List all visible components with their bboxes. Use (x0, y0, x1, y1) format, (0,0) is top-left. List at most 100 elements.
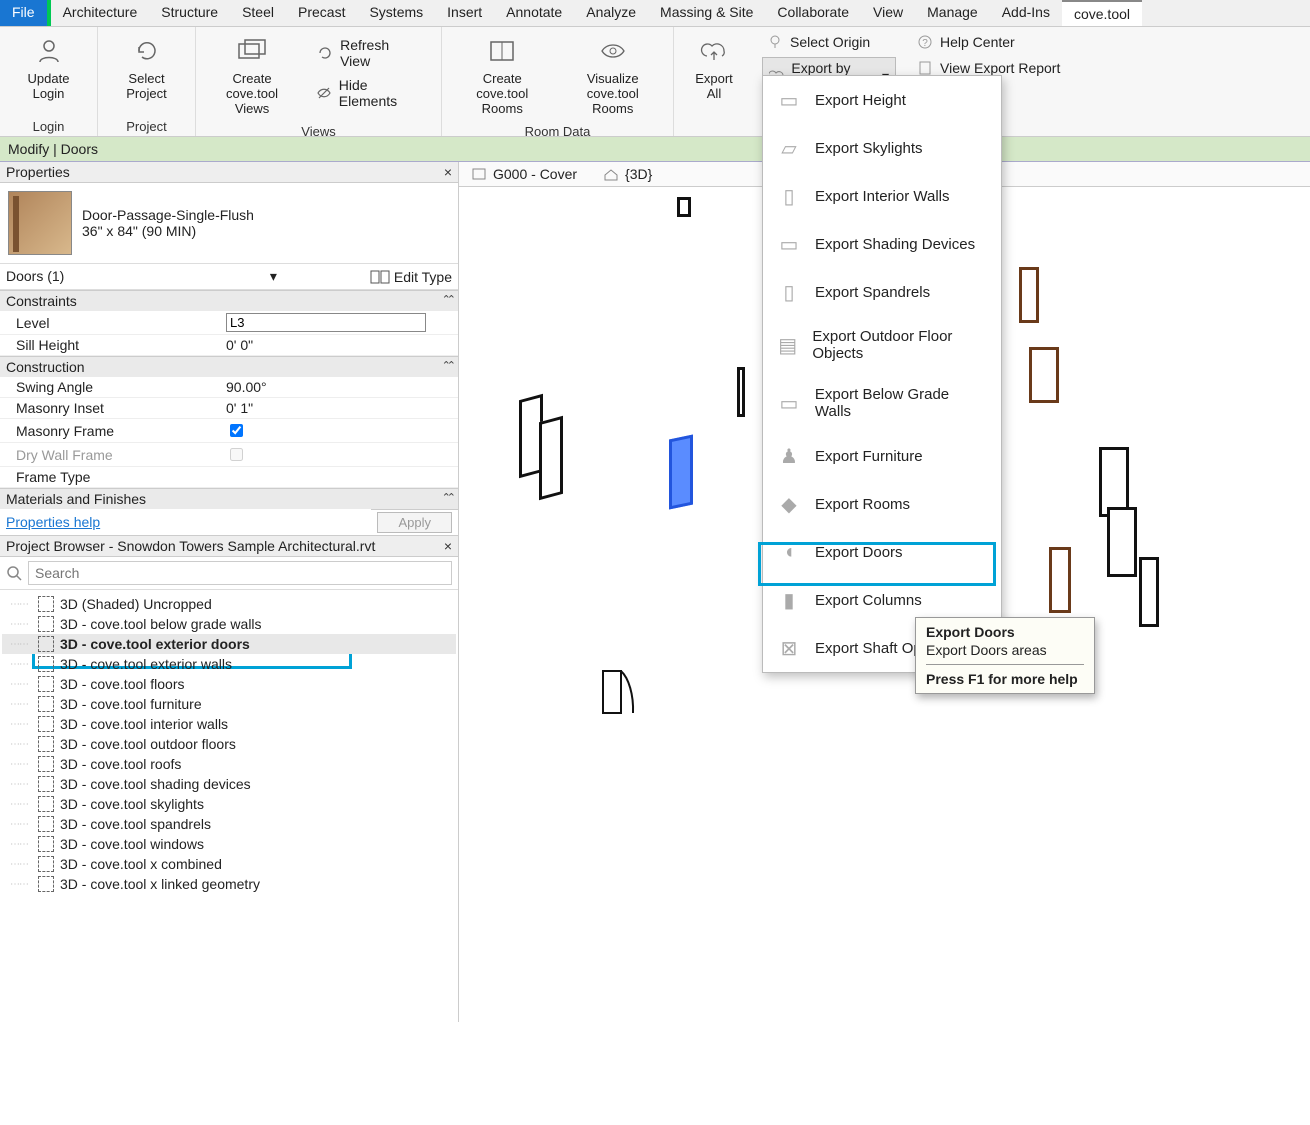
apply-button[interactable]: Apply (377, 512, 452, 533)
modify-context-bar: Modify | Doors (0, 137, 1310, 162)
export-item-label: Export Height (815, 92, 906, 109)
export-menu-item[interactable]: ▱Export Skylights (763, 124, 1001, 172)
menu-tab-analyze[interactable]: Analyze (574, 0, 648, 26)
level-input[interactable] (226, 313, 426, 332)
view-tab-cover[interactable]: G000 - Cover (467, 164, 581, 184)
menu-tab-view[interactable]: View (861, 0, 915, 26)
tree-item[interactable]: 3D - cove.tool roofs (2, 754, 456, 774)
tree-item[interactable]: 3D - cove.tool x linked geometry (2, 874, 456, 894)
export-menu-item[interactable]: ◆ Export Rooms (763, 480, 1001, 528)
help-center-button[interactable]: ? Help Center (912, 31, 1066, 53)
tree-item[interactable]: 3D - cove.tool exterior walls (2, 654, 456, 674)
tree-item[interactable]: 3D - cove.tool interior walls (2, 714, 456, 734)
export-item-icon: ▭ (775, 232, 803, 256)
menu-tab-covetool[interactable]: cove.tool (1062, 0, 1142, 26)
views-icon (236, 35, 268, 67)
close-browser-button[interactable]: × (444, 538, 452, 554)
hide-icon (316, 84, 333, 102)
type-thumbnail[interactable] (8, 191, 72, 255)
export-menu-item[interactable]: ▯Export Interior Walls (763, 172, 1001, 220)
tree-item[interactable]: 3D - cove.tool outdoor floors (2, 734, 456, 754)
export-item-icon: ♟ (775, 444, 803, 468)
export-item-icon: ▯ (775, 280, 803, 304)
menu-tab-insert[interactable]: Insert (435, 0, 494, 26)
materials-section[interactable]: Materials and Finishes ⌃⌃ (0, 488, 458, 509)
visualize-rooms-button[interactable]: Visualize cove.tool Rooms (561, 31, 666, 120)
export-menu-item[interactable]: ▯Export Spandrels (763, 268, 1001, 316)
menu-tab-addins[interactable]: Add-Ins (990, 0, 1062, 26)
tree-item-label: 3D - cove.tool x combined (60, 856, 222, 872)
drywall-frame-label: Dry Wall Frame (16, 447, 226, 463)
export-menu-item[interactable]: ▭Export Below Grade Walls (763, 374, 1001, 432)
tree-item[interactable]: 3D - cove.tool furniture (2, 694, 456, 714)
canvas-door (599, 667, 639, 717)
export-item-icon: ◆ (775, 492, 803, 516)
browser-search-input[interactable] (28, 561, 452, 585)
model-canvas[interactable]: ▭Export Height▱Export Skylights▯Export I… (459, 187, 1310, 1017)
menu-file[interactable]: File (0, 0, 51, 26)
export-menu-item[interactable]: ◖Export Doors (763, 528, 1001, 576)
export-menu-item[interactable]: ▭Export Shading Devices (763, 220, 1001, 268)
refresh-icon (131, 35, 163, 67)
close-properties-button[interactable]: × (444, 164, 452, 180)
export-item-label: Export Below Grade Walls (815, 386, 989, 420)
canvas-element (737, 367, 745, 417)
tree-item[interactable]: 3D - cove.tool windows (2, 834, 456, 854)
canvas-door (1107, 507, 1137, 577)
masonry-inset-value[interactable]: 0' 1" (226, 400, 452, 416)
masonry-frame-checkbox[interactable] (230, 424, 243, 437)
tree-item[interactable]: 3D - cove.tool shading devices (2, 774, 456, 794)
refresh-view-button[interactable]: Refresh View (312, 35, 427, 71)
tree-item[interactable]: 3D - cove.tool below grade walls (2, 614, 456, 634)
update-login-label: Update Login (14, 71, 83, 101)
menu-tab-massing[interactable]: Massing & Site (648, 0, 765, 26)
hide-elements-button[interactable]: Hide Elements (312, 75, 427, 111)
create-views-button[interactable]: Create cove.tool Views (204, 31, 300, 120)
view-tab-3d[interactable]: {3D} (599, 164, 656, 184)
export-item-icon: ⊠ (775, 636, 803, 660)
edit-type-button[interactable]: Edit Type (370, 269, 452, 285)
export-menu-item[interactable]: ♟Export Furniture (763, 432, 1001, 480)
menu-tab-collaborate[interactable]: Collaborate (765, 0, 861, 26)
export-all-button[interactable]: Export All (682, 31, 746, 105)
menu-tab-architecture[interactable]: Architecture (51, 0, 150, 26)
swing-angle-value[interactable]: 90.00° (226, 379, 452, 395)
menu-tab-annotate[interactable]: Annotate (494, 0, 574, 26)
select-origin-button[interactable]: Select Origin (762, 31, 896, 53)
tree-item[interactable]: 3D - cove.tool x combined (2, 854, 456, 874)
export-menu-item[interactable]: ▭Export Height (763, 76, 1001, 124)
tree-item[interactable]: 3D - cove.tool floors (2, 674, 456, 694)
tooltip-help: Press F1 for more help (926, 671, 1084, 687)
properties-help-link[interactable]: Properties help (0, 512, 106, 532)
ribbon-group-room-label: Room Data (450, 120, 665, 139)
tree-item[interactable]: 3D - cove.tool exterior doors (2, 634, 456, 654)
family-name-label: Door-Passage-Single-Flush (82, 207, 254, 223)
tree-item-label: 3D - cove.tool outdoor floors (60, 736, 236, 752)
tree-item[interactable]: 3D (Shaded) Uncropped (2, 594, 456, 614)
tree-item[interactable]: 3D - cove.tool skylights (2, 794, 456, 814)
menu-tab-structure[interactable]: Structure (149, 0, 230, 26)
view3d-icon (38, 616, 54, 632)
construction-section[interactable]: Construction ⌃⌃ (0, 356, 458, 377)
tree-item-label: 3D (Shaded) Uncropped (60, 596, 212, 612)
canvas-door-selected (669, 434, 693, 509)
home-icon (603, 167, 619, 181)
help-center-label: Help Center (940, 34, 1015, 50)
export-item-label: Export Rooms (815, 496, 910, 513)
create-rooms-button[interactable]: Create cove.tool Rooms (450, 31, 555, 120)
instance-selector[interactable]: Doors (1) ▾ (6, 268, 370, 285)
export-menu-item[interactable]: ▤Export Outdoor Floor Objects (763, 316, 1001, 374)
constraints-section[interactable]: Constraints ⌃⌃ (0, 290, 458, 311)
menu-tab-precast[interactable]: Precast (286, 0, 357, 26)
export-item-icon: ▮ (775, 588, 803, 612)
view3d-icon (38, 856, 54, 872)
sill-height-value[interactable]: 0' 0" (226, 337, 452, 353)
tree-item[interactable]: 3D - cove.tool spandrels (2, 814, 456, 834)
menu-tab-manage[interactable]: Manage (915, 0, 990, 26)
select-project-button[interactable]: Select Project (106, 31, 187, 105)
menu-tab-systems[interactable]: Systems (357, 0, 435, 26)
tree-item-label: 3D - cove.tool shading devices (60, 776, 251, 792)
update-login-button[interactable]: Update Login (8, 31, 89, 105)
menu-tab-steel[interactable]: Steel (230, 0, 286, 26)
ribbon-group-views-label: Views (204, 120, 433, 139)
